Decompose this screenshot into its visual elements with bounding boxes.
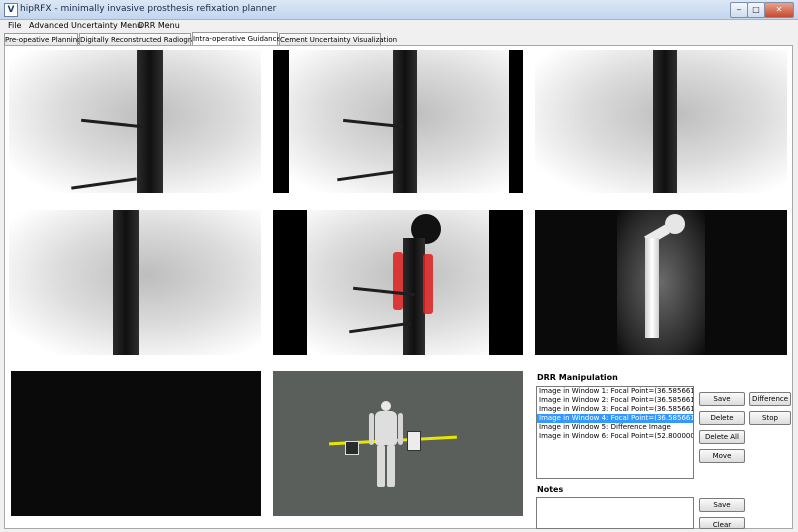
list-item[interactable]: Image in Window 2: Focal Point=(36.58566…	[537, 396, 693, 405]
guide-wire	[81, 118, 143, 129]
maximize-icon[interactable]: □	[747, 2, 765, 18]
prosthesis-stem	[137, 50, 163, 193]
menu-uncertainty[interactable]: Uncertainty Menu	[71, 21, 142, 30]
image-window-5[interactable]	[273, 210, 523, 355]
difference-button[interactable]: Difference	[749, 392, 791, 406]
human-figure-arm	[369, 413, 374, 445]
black-border	[509, 50, 523, 193]
detector-icon	[407, 431, 421, 451]
stop-button[interactable]: Stop	[749, 411, 791, 425]
close-icon[interactable]: ✕	[764, 2, 794, 18]
menu-file[interactable]: File	[8, 21, 21, 30]
delete-all-button[interactable]: Delete All	[699, 430, 745, 444]
image-window-1[interactable]	[9, 50, 261, 193]
image-window-6[interactable]	[535, 210, 787, 355]
black-border	[273, 210, 307, 355]
image-window-2[interactable]	[273, 50, 523, 193]
move-button[interactable]: Move	[699, 449, 745, 463]
human-figure-leg	[377, 445, 385, 487]
human-figure-head	[381, 401, 391, 411]
cement-overlay	[423, 254, 433, 314]
notes-title: Notes	[537, 485, 564, 494]
xray-source-icon	[345, 441, 359, 455]
menu-bar: File Advanced Uncertainty Menu DRR Menu	[0, 20, 798, 33]
prosthesis-stem	[113, 210, 139, 355]
list-item[interactable]: Image in Window 1: Focal Point=(36.58566…	[537, 387, 693, 396]
human-figure-torso	[375, 411, 397, 445]
drr-manipulation-title: DRR Manipulation	[537, 373, 618, 382]
image-window-4[interactable]	[9, 210, 261, 355]
list-item[interactable]: Image in Window 5: Difference Image	[537, 423, 693, 432]
title-bar: V hipRFX - minimally invasive prosthesis…	[0, 0, 798, 20]
cement-overlay	[393, 252, 403, 310]
human-figure-arm	[398, 413, 403, 445]
3d-scene-view[interactable]	[273, 371, 523, 516]
clear-button[interactable]: Clear	[699, 517, 745, 529]
list-item[interactable]: Image in Window 6: Focal Point=(52.80000…	[537, 432, 693, 441]
list-item-selected[interactable]: Image in Window 4: Focal Point=(36.58566…	[537, 414, 693, 423]
guide-wire	[349, 321, 411, 334]
list-item[interactable]: Image in Window 3: Focal Point=(36.58566…	[537, 405, 693, 414]
delete-button[interactable]: Delete	[699, 411, 745, 425]
human-figure-leg	[387, 445, 395, 487]
notes-textarea[interactable]	[536, 497, 694, 529]
prosthesis-stem	[653, 50, 677, 193]
notes-save-button[interactable]: Save	[699, 498, 745, 512]
black-border	[489, 210, 523, 355]
drr-image-list[interactable]: Image in Window 1: Focal Point=(36.58566…	[536, 386, 694, 479]
window-title: hipRFX - minimally invasive prosthesis r…	[20, 4, 277, 14]
tab-intra-operative-guidance[interactable]: Intra-operative Guidance	[192, 32, 281, 46]
prosthesis-stem	[403, 238, 425, 355]
menu-advanced[interactable]: Advanced	[29, 21, 69, 30]
minimize-icon[interactable]: ‒	[730, 2, 748, 18]
drr-save-button[interactable]: Save	[699, 392, 745, 406]
guide-wire	[337, 169, 399, 182]
prosthesis-stem	[645, 238, 659, 338]
black-border	[273, 50, 289, 193]
guide-wire	[71, 177, 137, 190]
menu-drr[interactable]: DRR Menu	[138, 21, 180, 30]
app-icon: V	[4, 3, 18, 17]
image-window-7[interactable]	[11, 371, 261, 516]
image-window-3[interactable]	[535, 50, 787, 193]
